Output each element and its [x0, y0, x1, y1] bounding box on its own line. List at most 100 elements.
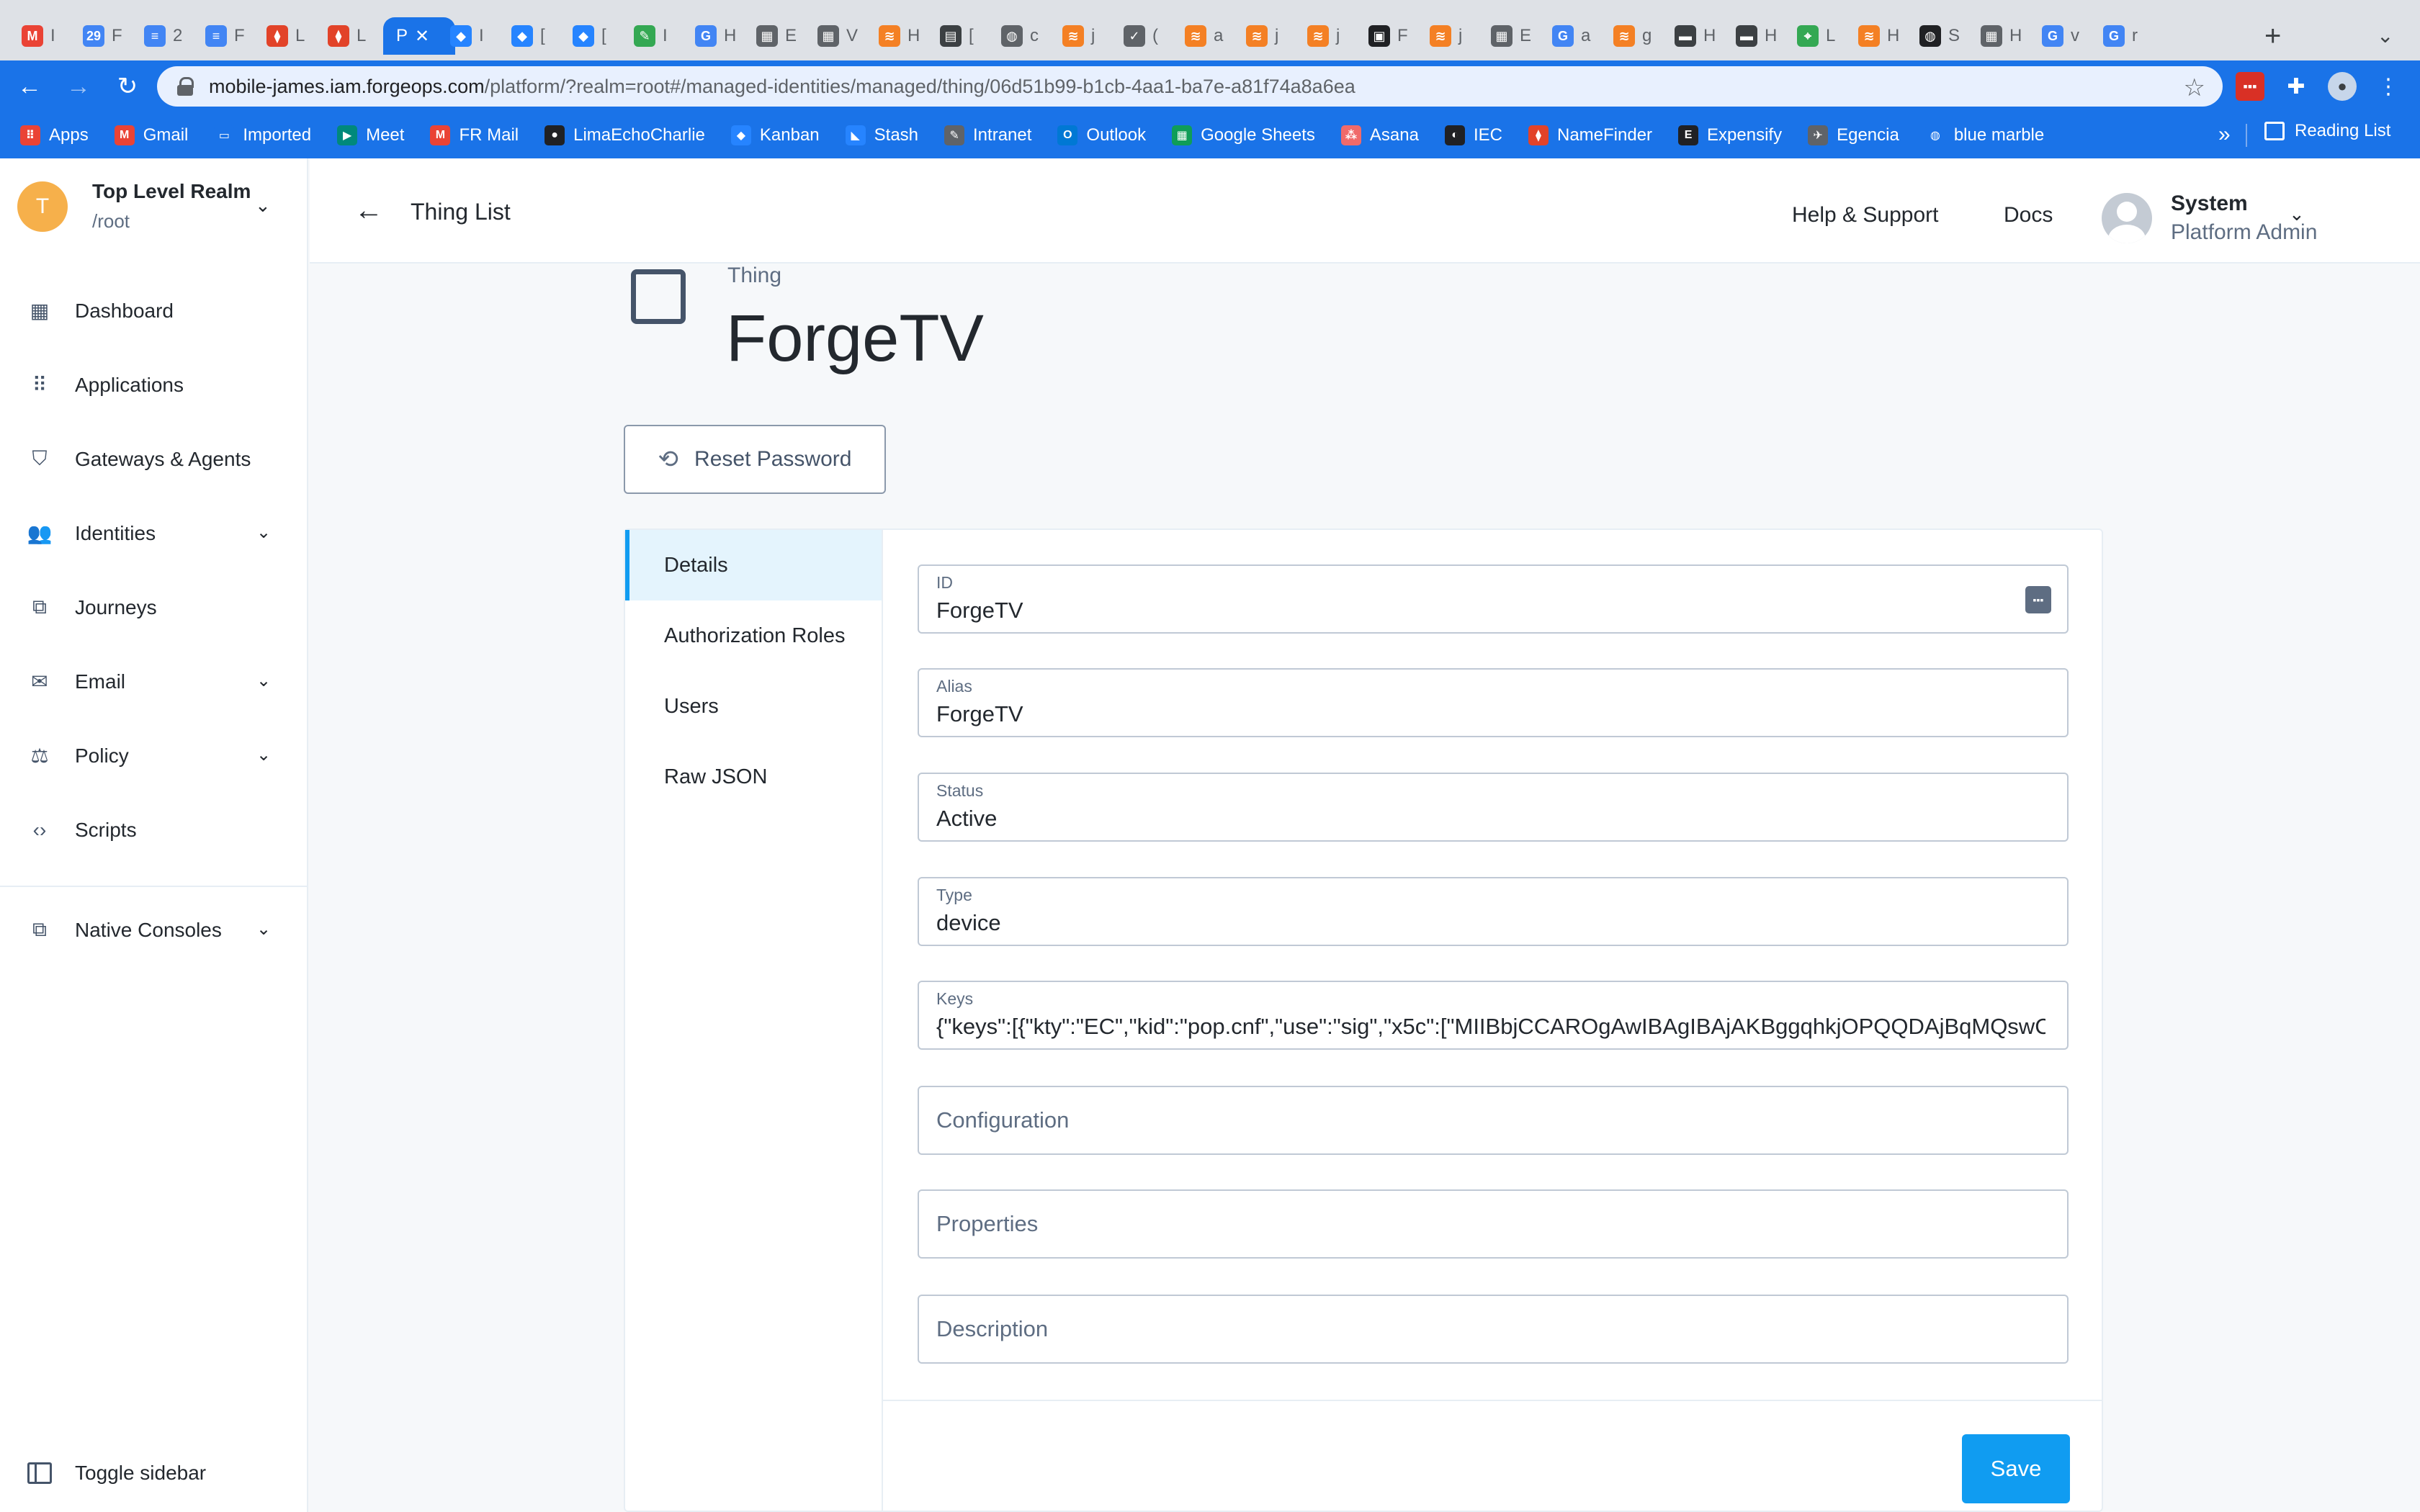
bookmark-item[interactable]: ◍ blue marble — [1924, 125, 2044, 145]
browser-tab[interactable]: ◍ S — [1919, 17, 1973, 55]
sidebar-item-policy[interactable]: ⚖ Policy ⌄ — [0, 719, 308, 793]
status-field[interactable]: Status Active — [918, 773, 2069, 842]
bookmark-item[interactable]: ⧫ NameFinder — [1528, 125, 1652, 145]
bookmark-item[interactable]: ✈ Egencia — [1808, 125, 1899, 145]
bookmark-item[interactable]: ◆ Kanban — [730, 125, 820, 145]
tab-users[interactable]: Users — [625, 671, 882, 742]
browser-tab[interactable]: ▦ E — [1491, 17, 1545, 55]
browser-tab[interactable]: ▦ V — [817, 17, 871, 55]
type-field[interactable]: Type device — [918, 877, 2069, 946]
bookmark-item[interactable]: ⠿ Apps — [20, 125, 89, 145]
browser-tab[interactable]: ▬ H — [1675, 17, 1729, 55]
reading-list-button[interactable]: Reading List — [2264, 121, 2390, 141]
bookmark-star-icon[interactable]: ☆ — [2184, 73, 2205, 102]
sidebar-item-gateways-agents[interactable]: ⛉ Gateways & Agents — [0, 422, 308, 496]
address-bar[interactable]: mobile-james.iam.forgeops.com/platform/?… — [157, 66, 2223, 107]
browser-tab[interactable]: ▦ H — [1981, 17, 2035, 55]
bookmark-item[interactable]: ✎ Intranet — [944, 125, 1031, 145]
help-support-link[interactable]: Help & Support — [1792, 203, 1938, 228]
browser-tab[interactable]: ≋ j — [1307, 17, 1361, 55]
browser-tab[interactable]: Gr — [2103, 17, 2157, 55]
reload-icon[interactable]: ↻ — [108, 67, 147, 106]
browser-tab[interactable]: ⧫ L — [266, 17, 321, 55]
browser-tab[interactable]: ▦ E — [756, 17, 810, 55]
bookmark-item[interactable]: ◣ Stash — [845, 125, 918, 145]
profile-avatar-icon[interactable]: ● — [2328, 72, 2357, 101]
tab-search-button[interactable]: ⌄ — [2377, 17, 2393, 55]
browser-tab[interactable]: ✎ I — [634, 17, 688, 55]
browser-tab[interactable]: Ga — [1552, 17, 1606, 55]
browser-tab[interactable]: Gv — [2042, 17, 2096, 55]
browser-tab[interactable]: MI — [22, 17, 76, 55]
back-link-title[interactable]: Thing List — [411, 199, 511, 225]
tab-raw-json[interactable]: Raw JSON — [625, 742, 882, 812]
copy-icon[interactable]: ▪▪▪ — [2025, 586, 2051, 613]
browser-tab[interactable]: ≡ 2 — [144, 17, 198, 55]
extensions-puzzle-icon[interactable]: ✚ — [2282, 72, 2311, 101]
browser-tab[interactable]: 29 F — [83, 17, 137, 55]
new-tab-button[interactable]: + — [2264, 17, 2281, 55]
browser-tab[interactable]: ≋ j — [1246, 17, 1300, 55]
back-arrow-icon[interactable]: ← — [354, 196, 383, 225]
toggle-sidebar-button[interactable]: Toggle sidebar — [27, 1462, 206, 1485]
bookmark-item[interactable]: M Gmail — [114, 125, 188, 145]
browser-tab[interactable]: ▣ F — [1368, 17, 1422, 55]
browser-tab[interactable]: ◍ c — [1001, 17, 1055, 55]
sidebar-item-journeys[interactable]: ⧉ Journeys — [0, 570, 308, 644]
chevron-down-icon[interactable]: ⌄ — [2289, 203, 2305, 225]
browser-tab[interactable]: ≡ F — [205, 17, 259, 55]
calendar-extension-icon[interactable]: ▪▪▪ — [2236, 72, 2264, 101]
stack-icon: ≋ — [1430, 25, 1451, 47]
browser-tab[interactable]: ◆[ — [573, 17, 627, 55]
browser-tab[interactable]: ≋ H — [1858, 17, 1912, 55]
bookmark-item[interactable]: E Expensify — [1678, 125, 1782, 145]
bookmark-item[interactable]: O Outlook — [1057, 125, 1146, 145]
user-menu[interactable]: System Platform Admin — [2102, 192, 2317, 245]
sidebar-item-native-consoles[interactable]: ⧉ Native Consoles ⌄ — [0, 893, 308, 967]
bookmark-item[interactable]: ▶ Meet — [337, 125, 404, 145]
browser-tab[interactable]: ≋ H — [879, 17, 933, 55]
docs-link[interactable]: Docs — [2004, 203, 2053, 228]
bookmarks-overflow-button[interactable]: » — [2218, 122, 2231, 147]
browser-tab[interactable]: ✓( — [1124, 17, 1178, 55]
browser-tab[interactable]: ≋ j — [1062, 17, 1116, 55]
alias-field[interactable]: Alias ForgeTV — [918, 668, 2069, 737]
browser-tab[interactable]: ▬ H — [1736, 17, 1790, 55]
bookmark-item[interactable]: ▦ Google Sheets — [1172, 125, 1315, 145]
bookmark-item[interactable]: ● LimaEchoCharlie — [544, 125, 705, 145]
configuration-field[interactable]: Configuration — [918, 1086, 2069, 1155]
browser-tab[interactable]: ≋ j — [1430, 17, 1484, 55]
browser-tab[interactable]: GH — [695, 17, 749, 55]
browser-tab[interactable]: ▤[ — [940, 17, 994, 55]
browser-tab[interactable]: ≋ a — [1185, 17, 1239, 55]
id-field[interactable]: ID ForgeTV ▪▪▪ — [918, 564, 2069, 634]
back-arrow-icon[interactable]: ← — [10, 67, 49, 106]
save-button[interactable]: Save — [1962, 1434, 2070, 1503]
browser-tab[interactable]: ⌖ L — [1797, 17, 1851, 55]
sidebar-item-scripts[interactable]: ‹› Scripts — [0, 793, 308, 867]
properties-field[interactable]: Properties — [918, 1189, 2069, 1259]
bookmark-item[interactable]: ▭ Imported — [214, 125, 311, 145]
browser-tab[interactable]: ◆[ — [511, 17, 565, 55]
browser-tab[interactable]: ◆ I — [450, 17, 504, 55]
bookmark-item[interactable]: ◐ IEC — [1444, 125, 1502, 145]
tab-details[interactable]: Details — [625, 530, 882, 600]
tab-authorization-roles[interactable]: Authorization Roles — [625, 600, 882, 671]
sidebar-item-identities[interactable]: 👥 Identities ⌄ — [0, 496, 308, 570]
reset-password-button[interactable]: ⟲ Reset Password — [624, 425, 886, 494]
close-icon[interactable]: ✕ — [415, 26, 429, 47]
sidebar-item-applications[interactable]: ⠿ Applications — [0, 348, 308, 422]
sidebar-toggle-icon — [27, 1462, 52, 1484]
browser-tab-active[interactable]: P ✕ — [383, 17, 455, 55]
bookmark-item[interactable]: ⁂ Asana — [1340, 125, 1419, 145]
forward-arrow-icon[interactable]: → — [59, 67, 98, 106]
browser-menu-icon[interactable]: ⋮ — [2374, 72, 2403, 101]
bookmark-item[interactable]: M FR Mail — [430, 125, 519, 145]
sidebar-item-dashboard[interactable]: ▦ Dashboard — [0, 274, 308, 348]
browser-tab[interactable]: ⧫ L — [328, 17, 382, 55]
browser-tab[interactable]: ≋ g — [1613, 17, 1667, 55]
realm-switcher[interactable]: T Top Level Realm /root ⌄ — [17, 180, 271, 233]
description-field[interactable]: Description — [918, 1295, 2069, 1364]
sidebar-item-email[interactable]: ✉ Email ⌄ — [0, 644, 308, 719]
keys-field[interactable]: Keys {"keys":[{"kty":"EC","kid":"pop.cnf… — [918, 981, 2069, 1050]
